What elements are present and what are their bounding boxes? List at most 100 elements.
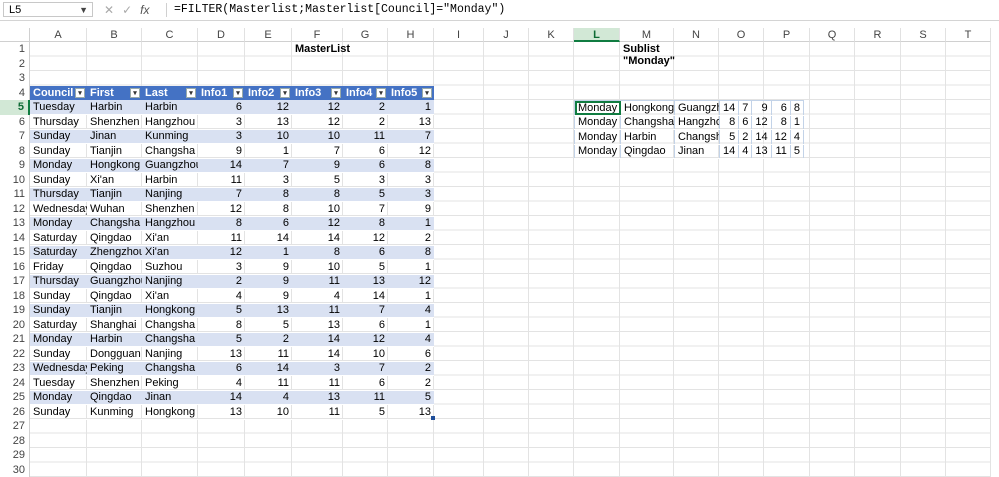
table-cell[interactable]: 11 [198,231,245,246]
table-cell[interactable]: Saturday [30,318,87,333]
table-cell[interactable]: 4 [245,390,292,405]
table-cell[interactable]: 12 [343,231,388,246]
column-header-l[interactable]: L [574,28,620,42]
row-header-3[interactable]: 3 [0,71,30,86]
table-cell[interactable]: 7 [388,129,434,144]
column-header-s[interactable]: S [901,28,946,42]
table-cell[interactable]: 13 [245,303,292,318]
table-cell[interactable]: Hangzhou [142,216,198,231]
table-cell[interactable]: Hangzhou [675,115,720,130]
table-cell[interactable]: 12 [388,144,434,159]
filter-dropdown-icon[interactable]: ▾ [280,88,290,98]
insert-function-icon[interactable]: fx [140,2,149,18]
table-cell[interactable]: 10 [292,202,343,217]
table-resize-handle[interactable] [431,416,435,420]
table-cell[interactable]: 4 [388,332,434,347]
table-cell[interactable]: Hongkong [142,303,198,318]
table-cell[interactable]: 6 [343,245,388,260]
table-cell[interactable]: Sunday [30,303,87,318]
table-cell[interactable]: 13 [292,318,343,333]
table-cell[interactable]: Zhengzhou [87,245,142,260]
table-cell[interactable]: Guangzhou [675,101,720,116]
table-cell[interactable]: 3 [343,173,388,188]
table-cell[interactable]: 5 [343,405,388,420]
table-cell[interactable]: 12 [388,274,434,289]
column-header-q[interactable]: Q [810,28,855,42]
table-cell[interactable]: 13 [198,347,245,362]
row-header-10[interactable]: 10 [0,173,30,188]
table-cell[interactable]: Guangzhou [142,158,198,173]
table-cell[interactable]: 2 [245,332,292,347]
table-cell[interactable]: 3 [198,129,245,144]
table-cell[interactable]: Shenzhen [87,376,142,391]
table-cell[interactable]: 5 [245,318,292,333]
table-cell[interactable]: 10 [343,347,388,362]
table-cell[interactable]: 5 [292,173,343,188]
table-cell[interactable]: Hongkong [142,405,198,420]
table-cell[interactable]: Xi'an [142,245,198,260]
column-header-b[interactable]: B [87,28,142,42]
table-cell[interactable]: 2 [388,361,434,376]
table-cell[interactable]: 13 [292,390,343,405]
table-cell[interactable]: Wednesday [30,202,87,217]
table-cell[interactable]: 1 [388,100,434,115]
table-cell[interactable]: 5 [198,332,245,347]
table-cell[interactable]: Harbin [621,130,675,145]
table-cell[interactable]: 10 [292,260,343,275]
row-header-12[interactable]: 12 [0,202,30,217]
table-cell[interactable]: Sunday [30,144,87,159]
table-cell[interactable]: 5 [343,260,388,275]
table-cell[interactable]: 11 [198,173,245,188]
table-cell[interactable]: 13 [752,144,771,159]
table-cell[interactable]: Wednesday [30,361,87,376]
filter-dropdown-icon[interactable]: ▾ [331,88,341,98]
table-cell[interactable]: 8 [343,216,388,231]
table-cell[interactable]: 7 [245,158,292,173]
table-cell[interactable]: 1 [388,289,434,304]
table-cell[interactable]: Jinan [87,129,142,144]
row-header-18[interactable]: 18 [0,289,30,304]
column-header-c[interactable]: C [142,28,198,42]
table-cell[interactable]: 8 [198,318,245,333]
table-cell[interactable]: Changsha [142,332,198,347]
table-cell[interactable]: 1 [245,245,292,260]
table-cell[interactable]: Saturday [30,231,87,246]
row-header-9[interactable]: 9 [0,158,30,173]
masterlist-header-cell[interactable]: Last▾ [142,86,198,101]
table-cell[interactable]: 4 [388,303,434,318]
table-cell[interactable]: 6 [198,361,245,376]
table-cell[interactable]: 8 [790,101,803,116]
table-cell[interactable]: 12 [198,245,245,260]
table-cell[interactable]: 6 [343,144,388,159]
table-cell[interactable]: 8 [388,158,434,173]
table-cell[interactable]: 2 [739,130,752,145]
table-cell[interactable]: 6 [343,376,388,391]
table-cell[interactable]: 4 [739,144,752,159]
table-cell[interactable]: 11 [292,274,343,289]
table-cell[interactable]: 14 [292,332,343,347]
masterlist-header-cell[interactable]: Info1▾ [198,86,245,101]
row-header-24[interactable]: 24 [0,376,30,391]
table-cell[interactable]: Harbin [87,332,142,347]
row-header-27[interactable]: 27 [0,419,30,434]
table-cell[interactable]: 1 [388,216,434,231]
table-cell[interactable]: 7 [343,202,388,217]
table-cell[interactable]: Qingdao [87,231,142,246]
table-cell[interactable]: 5 [343,187,388,202]
table-cell[interactable]: Friday [30,260,87,275]
table-cell[interactable]: 3 [388,173,434,188]
table-cell[interactable]: 9 [292,158,343,173]
table-cell[interactable]: 7 [343,303,388,318]
table-cell[interactable]: Saturday [30,245,87,260]
table-cell[interactable]: 6 [245,216,292,231]
row-header-15[interactable]: 15 [0,245,30,260]
table-cell[interactable]: 14 [292,231,343,246]
table-cell[interactable]: 8 [245,202,292,217]
table-cell[interactable]: 5 [720,130,739,145]
table-cell[interactable]: 13 [388,115,434,130]
table-cell[interactable]: 2 [388,231,434,246]
table-cell[interactable]: Qingdao [87,289,142,304]
table-cell[interactable]: 12 [292,115,343,130]
enter-icon[interactable]: ✓ [122,2,140,18]
table-cell[interactable]: Kunming [142,129,198,144]
